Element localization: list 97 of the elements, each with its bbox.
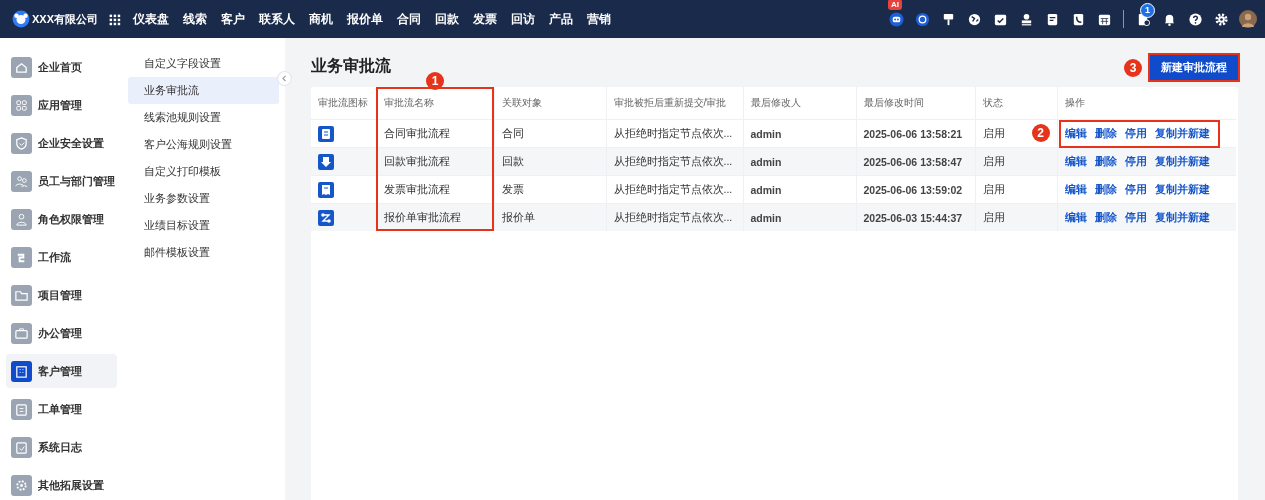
table-cell: 回款审批流程	[376, 147, 494, 176]
action-link[interactable]: 编辑	[1064, 126, 1087, 141]
chat-icon[interactable]	[914, 11, 930, 27]
action-link[interactable]: 停用	[1124, 126, 1147, 141]
action-link[interactable]: 停用	[1124, 154, 1147, 169]
shield-icon	[11, 132, 32, 154]
sidebar-item[interactable]: 企业首页	[6, 50, 117, 84]
company-name[interactable]: XXX有限公司	[32, 11, 98, 27]
table-cell: 从拒绝时指定节点依次...	[606, 147, 743, 176]
robot-icon[interactable]	[888, 11, 904, 27]
document-icon	[318, 125, 334, 142]
nav-link[interactable]: 联系人	[259, 11, 295, 27]
download-icon	[318, 153, 334, 170]
action-link[interactable]: 停用	[1124, 210, 1147, 225]
step-number-badge: 1	[426, 72, 444, 90]
nav-link[interactable]: 仪表盘	[133, 11, 169, 27]
sidebar-item[interactable]: 工单管理	[6, 392, 117, 426]
sidebar-item[interactable]: 企业安全设置	[6, 126, 117, 160]
app-grid-icon[interactable]	[108, 12, 121, 26]
action-link[interactable]: 编辑	[1064, 182, 1087, 197]
submenu-item[interactable]: 自定义打印模板	[128, 158, 279, 185]
action-link[interactable]: 删除	[1094, 126, 1117, 141]
submenu-item[interactable]: 业务审批流	[128, 77, 279, 104]
submenu-item[interactable]: 业绩目标设置	[128, 212, 279, 239]
table-cell: 从拒绝时指定节点依次...	[606, 203, 743, 231]
column-header: 状态	[975, 87, 1057, 120]
step-number-badge: 2	[1031, 123, 1050, 142]
apps-icon	[11, 94, 32, 116]
action-link[interactable]: 复制并新建	[1154, 154, 1210, 169]
action-link[interactable]: 复制并新建	[1154, 182, 1210, 197]
nav-link[interactable]: 回访	[511, 11, 535, 27]
action-link[interactable]: 删除	[1094, 154, 1117, 169]
person-icon	[11, 208, 32, 230]
avatar[interactable]	[1239, 10, 1257, 28]
building-icon	[11, 360, 32, 382]
nav-link[interactable]: 客户	[221, 11, 245, 27]
column-header: 审批流图标	[311, 87, 376, 120]
help-icon[interactable]	[1187, 11, 1203, 27]
new-approval-flow-button[interactable]: 新建审批流程	[1150, 55, 1238, 80]
action-link[interactable]: 编辑	[1064, 210, 1087, 225]
nav-link[interactable]: 发票	[473, 11, 497, 27]
nav-link[interactable]: 回款	[435, 11, 459, 27]
submenu-item[interactable]: 业务参数设置	[128, 185, 279, 212]
sidebar-item[interactable]: 工作流	[6, 240, 117, 274]
settings-icon[interactable]	[1213, 11, 1229, 27]
action-link[interactable]: 编辑	[1064, 154, 1087, 169]
log-icon	[11, 436, 32, 458]
sidebar-item[interactable]: 员工与部门管理	[6, 164, 117, 198]
people-icon	[11, 170, 32, 192]
ai-badge: AI	[888, 0, 902, 10]
nav-link[interactable]: 报价单	[347, 11, 383, 27]
nav-link[interactable]: 营销	[587, 11, 611, 27]
table-cell: admin	[743, 203, 856, 231]
action-link[interactable]: 复制并新建	[1154, 210, 1210, 225]
table-cell: admin	[743, 147, 856, 176]
sidebar-item[interactable]: 系统日志	[6, 430, 117, 464]
table-cell: 2025-06-03 15:44:37	[856, 203, 975, 231]
folder-icon	[11, 284, 32, 306]
receipt-icon	[318, 181, 334, 198]
nav-link[interactable]: 线索	[183, 11, 207, 27]
submenu-item[interactable]: 邮件模板设置	[128, 239, 279, 266]
table-cell: 启用	[975, 147, 1057, 176]
notification-count-badge: 1	[1140, 2, 1155, 18]
column-header: 关联对象	[494, 87, 606, 120]
nav-link[interactable]: 产品	[549, 11, 573, 27]
action-link[interactable]: 复制并新建	[1154, 126, 1210, 141]
submenu-item[interactable]: 自定义字段设置	[128, 50, 279, 77]
table-cell: 报价单	[494, 203, 606, 231]
nav-link[interactable]: 合同	[397, 11, 421, 27]
action-link[interactable]: 停用	[1124, 182, 1147, 197]
table-cell: 回款	[494, 147, 606, 176]
case-icon	[11, 322, 32, 344]
nav-link[interactable]: 商机	[309, 11, 333, 27]
column-header: 审批被拒后重新提交/审批	[606, 87, 743, 120]
sidebar-item[interactable]: 项目管理	[6, 278, 117, 312]
column-header: 最后修改人	[743, 87, 856, 120]
column-header: 操作	[1057, 87, 1236, 120]
action-link[interactable]: 删除	[1094, 182, 1117, 197]
submenu-item[interactable]: 线索池规则设置	[128, 104, 279, 131]
sidebar-item[interactable]: 角色权限管理	[6, 202, 117, 236]
action-link[interactable]: 删除	[1094, 210, 1117, 225]
clip-icon	[11, 398, 32, 420]
table-cell: 报价单审批流程	[376, 203, 494, 231]
sidebar-item[interactable]: 其他拓展设置	[6, 468, 117, 500]
share-icon	[318, 209, 334, 226]
company-logo-icon	[12, 10, 30, 28]
table-cell: 启用	[975, 203, 1057, 231]
submenu-item[interactable]: 客户公海规则设置	[128, 131, 279, 158]
column-header: 最后修改时间	[856, 87, 975, 120]
table-cell: 2025-06-06 13:58:47	[856, 147, 975, 176]
step-number-badge: 3	[1124, 58, 1142, 77]
sidebar-item[interactable]: 应用管理	[6, 88, 117, 122]
home-icon	[11, 56, 32, 78]
page-title: 业务审批流	[311, 56, 391, 76]
sidebar-item[interactable]: 客户管理	[6, 354, 117, 388]
gear-icon	[11, 474, 32, 496]
sidebar-item[interactable]: 办公管理	[6, 316, 117, 350]
